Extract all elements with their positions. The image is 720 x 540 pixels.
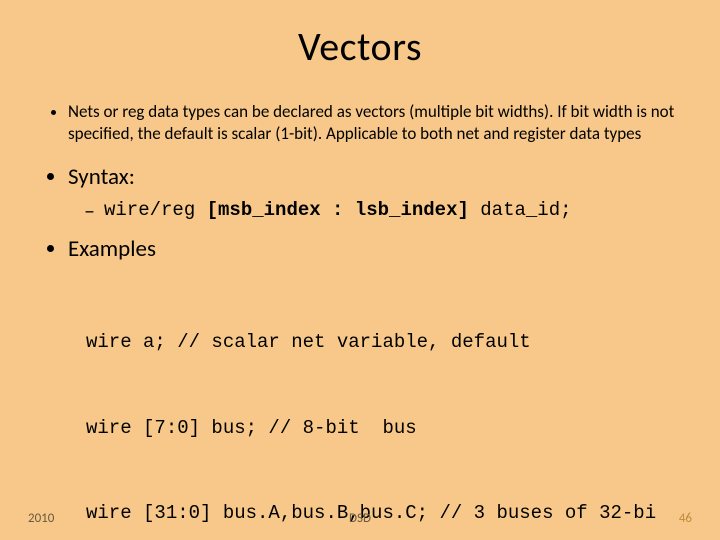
intro-bullet: Nets or reg data types can be declared a… [68, 101, 692, 145]
slide: Vectors Nets or reg data types can be de… [0, 0, 720, 540]
code-line: wire [7:0] bus; // 8-bit bus [86, 414, 692, 443]
syntax-code-prefix: wire/reg [104, 199, 207, 221]
examples-code-block: wire a; // scalar net variable, default … [86, 271, 692, 540]
examples-label: Examples [68, 235, 156, 263]
slide-title: Vectors [28, 22, 692, 71]
syntax-code-bold: [msb_index : lsb_index] [207, 199, 469, 221]
syntax-sublist: wire/reg [msb_index : lsb_index] data_id… [68, 197, 692, 221]
footer-page-number: 46 [679, 511, 692, 526]
syntax-line: wire/reg [msb_index : lsb_index] data_id… [88, 197, 692, 221]
syntax-bullet: Syntax: wire/reg [msb_index : lsb_index]… [68, 163, 692, 221]
examples-bullet: Examples [68, 235, 692, 263]
footer-center: DSD [0, 511, 720, 526]
content-list: Nets or reg data types can be declared a… [46, 101, 692, 263]
code-line: wire a; // scalar net variable, default [86, 328, 692, 357]
syntax-code-suffix: data_id; [469, 199, 572, 221]
syntax-label: Syntax: [68, 163, 135, 191]
